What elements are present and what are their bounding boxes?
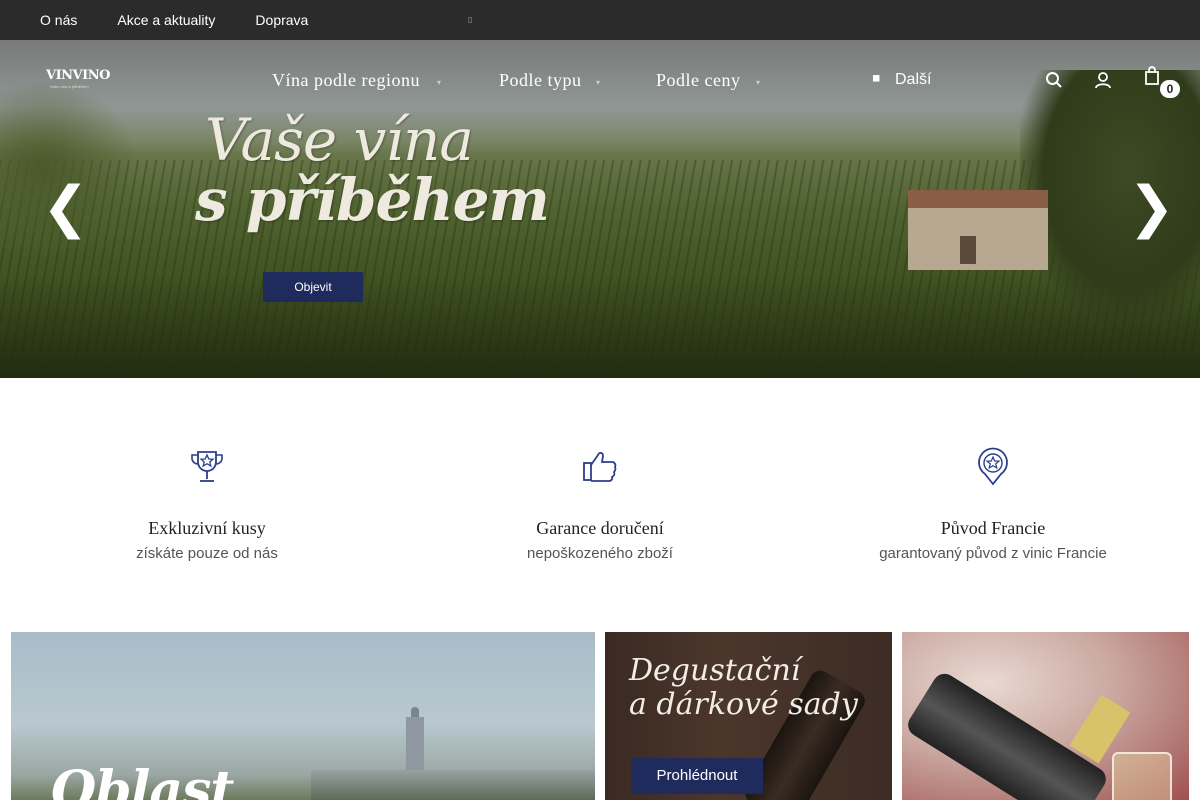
feature-origin: Původ Francie garantovaný původ z vinic … [793,440,1193,562]
chevron-down-icon: ▾ [437,78,442,87]
nav-wines-by-region[interactable]: Vína podle regionu [272,70,420,91]
topbar-link-about[interactable]: O nás [40,12,77,28]
banner-sets-title-line1: Degustační [629,653,801,688]
nav-by-type[interactable]: Podle typu [499,70,582,91]
search-icon[interactable] [1043,68,1065,92]
discover-button[interactable]: Objevit [263,272,363,302]
hero-farmhouse [908,190,1048,270]
slider-next-arrow-icon[interactable]: ❯ [1128,180,1175,236]
slider-prev-arrow-icon[interactable]: ❮ [42,180,89,236]
nav-more[interactable]: Další [895,71,931,89]
feature-title: Původ Francie [940,518,1046,538]
nav-by-price[interactable]: Podle ceny [656,70,740,91]
banner-tasting-sets[interactable]: Degustační a dárkové sady Prohlédnout [605,632,892,800]
menu-icon: ◼ [872,73,881,84]
hero-title: Vaše vína s příběhem [195,106,550,234]
top-utility-bar: O nás Akce a aktuality Doprava ▯ [0,0,1200,40]
hero-title-line2: s příběhem [195,166,550,234]
banner-sets-title: Degustační a dárkové sady [629,654,858,722]
banner-region-title: Oblast [51,760,234,800]
feature-subtitle: nepoškozeného zboží [527,545,673,562]
banner-village [311,770,595,800]
browse-button[interactable]: Prohlédnout [631,758,763,794]
hero-title-line1: Vaše vína [205,106,474,174]
user-icon[interactable] [1092,68,1114,92]
topbar-small-glyph: ▯ [468,15,473,24]
site-logo-tagline: Vaše vína s příběhem [50,84,89,89]
topbar-link-news[interactable]: Akce a aktuality [117,12,215,28]
site-logo[interactable]: VINVINO [46,68,110,83]
feature-exclusive: Exkluzivní kusy získáte pouze od nás [7,440,407,562]
banner-sparkling[interactable] [902,632,1189,800]
cart-count-badge: 0 [1160,80,1180,98]
thumbs-up-icon [580,446,620,486]
cart-icon[interactable] [1141,64,1163,88]
chevron-down-icon: ▾ [756,78,761,87]
chevron-down-icon: ▾ [596,78,601,87]
trophy-icon [187,446,227,486]
feature-subtitle: garantovaný původ z vinic Francie [879,545,1107,562]
banner-region[interactable]: Oblast [11,632,595,800]
feature-subtitle: získáte pouze od nás [136,545,278,562]
feature-title: Exkluzivní kusy [148,518,266,538]
feature-delivery: Garance doručení nepoškozeného zboží [400,440,800,562]
topbar-link-shipping[interactable]: Doprava [255,12,308,28]
banner-wine-glass [1112,752,1172,800]
badge-pin-icon [973,446,1013,486]
banner-sets-title-line2: a dárkové sady [629,687,858,722]
hero-farmhouse-door [960,236,976,264]
feature-title: Garance doručení [536,518,664,538]
